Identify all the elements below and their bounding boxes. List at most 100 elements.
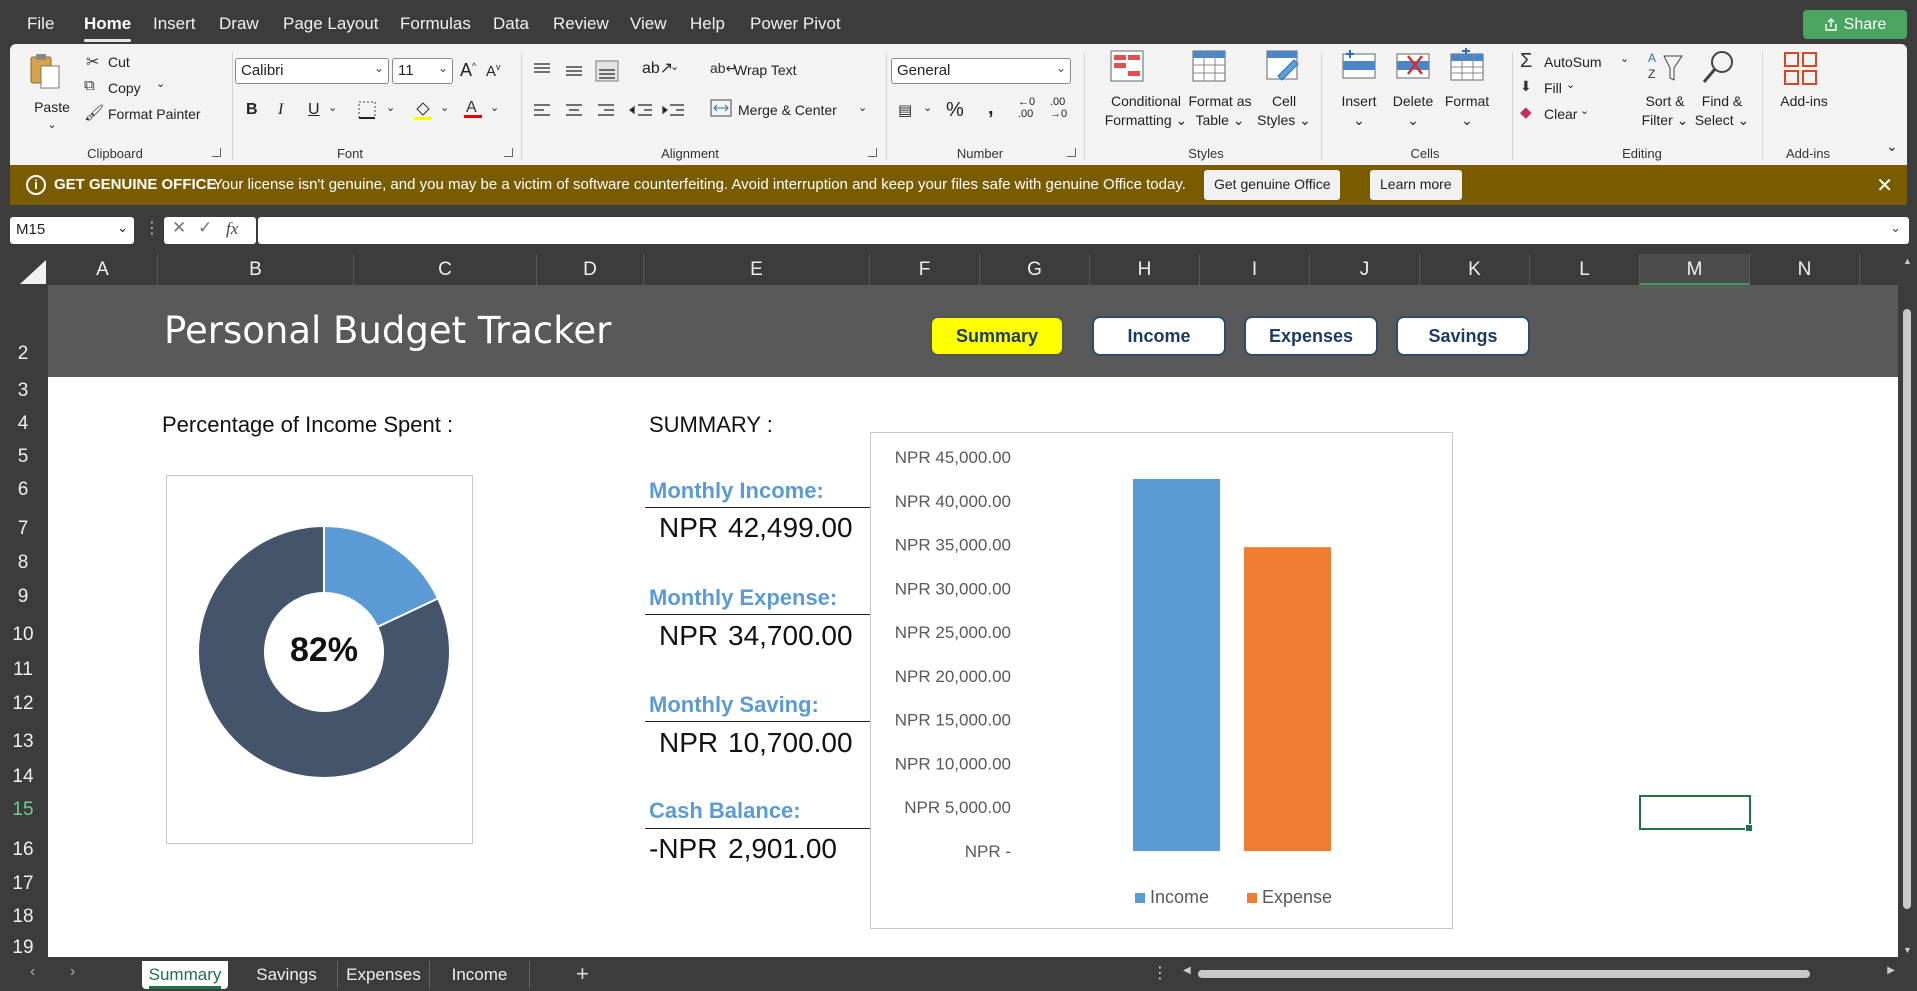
sheet-tab-income[interactable]: Income — [430, 961, 530, 989]
copy-button[interactable]: Copy — [108, 80, 141, 96]
selected-cell-m15[interactable] — [1639, 795, 1753, 832]
fill-button[interactable]: Fill — [1544, 80, 1562, 96]
name-box[interactable]: M15 ⌄ — [10, 217, 134, 244]
autosum-button[interactable]: AutoSum — [1544, 54, 1602, 70]
close-icon[interactable]: ✕ — [1876, 173, 1893, 198]
row-header[interactable]: 16 — [0, 839, 46, 861]
menu-tab-insert[interactable]: Insert — [153, 14, 196, 34]
row-header[interactable]: 18 — [0, 906, 46, 928]
row-header[interactable]: 9 — [0, 586, 46, 608]
wrap-text-button[interactable]: Wrap Text — [734, 62, 797, 78]
more-options-icon[interactable]: ⋮ — [144, 218, 160, 238]
increase-font-icon[interactable]: A^ — [460, 60, 476, 81]
nav-expenses-button[interactable]: Expenses — [1244, 316, 1378, 356]
column-header[interactable]: N — [1750, 254, 1860, 285]
alignment-launcher-icon[interactable] — [868, 148, 877, 157]
menu-tab-data[interactable]: Data — [493, 14, 529, 34]
chevron-down-icon[interactable]: ⌄ — [858, 101, 867, 114]
menu-tab-view[interactable]: View — [630, 14, 667, 34]
bar-expense[interactable] — [1244, 547, 1331, 851]
row-header[interactable]: 12 — [0, 693, 46, 715]
underline-button[interactable]: U — [308, 101, 320, 119]
nav-income-button[interactable]: Income — [1092, 316, 1226, 356]
row-header[interactable]: 6 — [0, 479, 46, 501]
accounting-format-icon[interactable]: ▤ — [898, 101, 912, 119]
menu-tab-review[interactable]: Review — [553, 14, 609, 34]
cancel-icon[interactable]: ✕ — [172, 218, 186, 238]
chevron-down-icon[interactable]: ⌄ — [440, 101, 449, 114]
format-painter-button[interactable]: Format Painter — [108, 106, 201, 122]
column-header[interactable]: H — [1090, 254, 1200, 285]
formula-input[interactable]: ⌄ — [258, 217, 1909, 244]
horizontal-scroll-thumb[interactable] — [1198, 970, 1810, 978]
next-sheet-icon[interactable]: › — [70, 963, 75, 981]
chevron-down-icon[interactable]: ⌄ — [490, 101, 499, 114]
sheet-tab-summary[interactable]: Summary — [142, 961, 228, 989]
nav-savings-button[interactable]: Savings — [1396, 316, 1530, 356]
nav-summary-button[interactable]: Summary — [930, 316, 1064, 356]
row-header[interactable]: 11 — [0, 659, 46, 681]
column-header[interactable]: A — [48, 254, 158, 285]
add-sheet-icon[interactable]: + — [576, 961, 589, 987]
expand-formula-icon[interactable]: ⌄ — [1890, 220, 1901, 236]
row-header[interactable]: 7 — [0, 518, 46, 540]
number-format-select[interactable]: General ⌄ — [891, 58, 1071, 84]
chevron-down-icon[interactable]: ⌄ — [1566, 78, 1575, 91]
column-header[interactable]: L — [1530, 254, 1640, 285]
vertical-align-icons[interactable] — [532, 60, 632, 82]
share-button[interactable]: Share — [1803, 10, 1907, 39]
income-expense-chart[interactable]: NPR 45,000.00 NPR 40,000.00 NPR 35,000.00 N… — [870, 432, 1453, 929]
decrease-decimal-icon[interactable]: .00 →0 — [1050, 96, 1067, 120]
column-header[interactable]: I — [1200, 254, 1310, 285]
sheet-tab-expenses[interactable]: Expenses — [338, 961, 430, 989]
more-options-icon[interactable]: ⋮ — [1152, 963, 1168, 983]
sheet-tab-savings[interactable]: Savings — [236, 961, 338, 989]
select-all-icon[interactable] — [20, 260, 46, 284]
donut-chart[interactable]: 82% — [166, 475, 473, 844]
scroll-left-icon[interactable]: ◀ — [1183, 965, 1191, 976]
enter-icon[interactable]: ✓ — [198, 218, 212, 238]
borders-icon[interactable] — [358, 101, 376, 119]
column-header-selected[interactable]: M — [1640, 254, 1750, 285]
vertical-scroll-thumb[interactable] — [1903, 309, 1911, 909]
chevron-down-icon[interactable]: ⌄ — [1580, 104, 1589, 117]
insert-function-icon[interactable]: fx — [226, 219, 238, 239]
get-genuine-button[interactable]: Get genuine Office — [1204, 170, 1341, 200]
bar-income[interactable] — [1133, 478, 1220, 851]
menu-tab-formulas[interactable]: Formulas — [400, 14, 471, 34]
row-header[interactable]: 13 — [0, 731, 46, 753]
menu-tab-power-pivot[interactable]: Power Pivot — [750, 14, 841, 34]
column-header[interactable]: K — [1420, 254, 1530, 285]
menu-tab-draw[interactable]: Draw — [219, 14, 259, 34]
column-header[interactable]: D — [537, 254, 644, 285]
row-header[interactable]: 4 — [0, 413, 46, 435]
font-color-icon[interactable]: A — [462, 97, 484, 121]
font-name-select[interactable]: Calibri ⌄ — [235, 58, 389, 84]
menu-tab-file[interactable]: File — [27, 14, 54, 34]
row-header[interactable]: 17 — [0, 873, 46, 895]
horizontal-align-icons[interactable] — [532, 102, 712, 120]
row-header[interactable]: 10 — [0, 624, 46, 646]
row-header[interactable]: 2 — [0, 343, 46, 365]
scroll-down-icon[interactable]: ▼ — [1903, 945, 1912, 955]
row-header[interactable]: 3 — [0, 380, 46, 402]
paste-dropdown-icon[interactable]: ⌄ — [32, 116, 72, 135]
row-header[interactable]: 19 — [0, 937, 46, 959]
column-header[interactable]: E — [644, 254, 870, 285]
row-header[interactable]: 8 — [0, 552, 46, 574]
decrease-font-icon[interactable]: Av — [486, 62, 501, 80]
row-header[interactable]: 14 — [0, 766, 46, 788]
collapse-ribbon-icon[interactable]: ⌄ — [1886, 138, 1898, 155]
menu-tab-page-layout[interactable]: Page Layout — [283, 14, 378, 34]
horizontal-scrollbar[interactable]: ◀ ▶ — [1183, 965, 1895, 981]
font-size-select[interactable]: 11 ⌄ — [392, 58, 453, 84]
chevron-down-icon[interactable]: ⌄ — [923, 101, 932, 114]
menu-tab-home[interactable]: Home — [84, 14, 132, 42]
font-launcher-icon[interactable] — [504, 148, 513, 157]
cut-button[interactable]: Cut — [108, 54, 130, 70]
comma-style-icon[interactable]: , — [988, 97, 994, 120]
scroll-up-icon[interactable]: ▲ — [1903, 256, 1912, 266]
italic-button[interactable]: I — [278, 101, 283, 119]
menu-tab-help[interactable]: Help — [690, 14, 725, 34]
chevron-down-icon[interactable]: ⌄ — [670, 60, 679, 73]
